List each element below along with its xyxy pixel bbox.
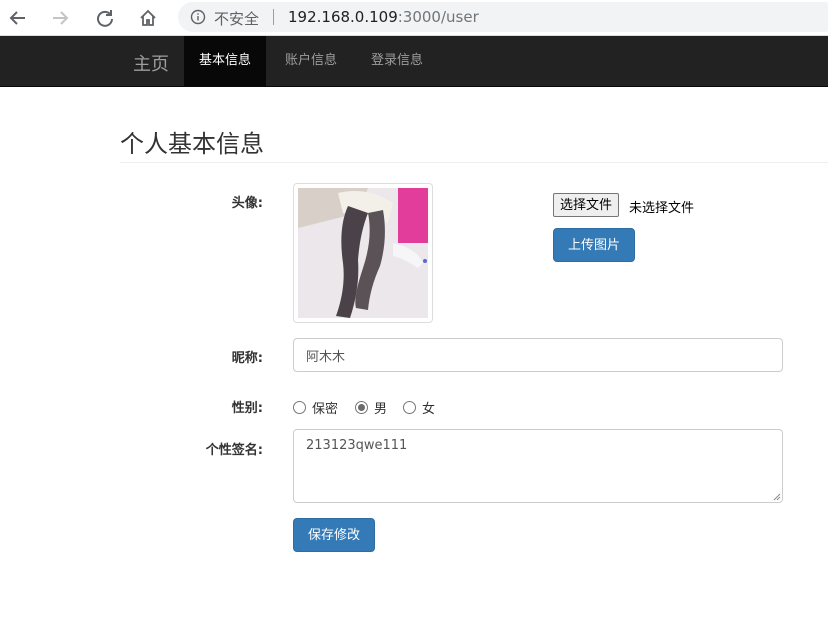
- top-navbar: 主页 基本信息 账户信息 登录信息: [0, 36, 828, 87]
- address-bar[interactable]: 不安全 192.168.0.109:3000/user: [178, 2, 828, 32]
- upload-image-button[interactable]: 上传图片: [553, 228, 635, 262]
- url-text[interactable]: 192.168.0.109:3000/user: [288, 8, 479, 26]
- nav-login-info[interactable]: 登录信息: [356, 36, 438, 86]
- radio-button[interactable]: [403, 401, 416, 414]
- avatar-photo-icon: [298, 188, 428, 318]
- forward-button[interactable]: [46, 4, 74, 32]
- nickname-input[interactable]: [293, 338, 783, 372]
- navbar-brand[interactable]: 主页: [133, 50, 169, 76]
- radio-button-checked[interactable]: [355, 401, 368, 414]
- gender-label: 性别:: [231, 401, 263, 416]
- signature-label: 个性签名:: [205, 443, 263, 458]
- avatar-label: 头像:: [231, 196, 263, 211]
- nav-account-info[interactable]: 账户信息: [270, 36, 352, 86]
- back-arrow-icon: [9, 11, 25, 25]
- signature-value: 213123qwe111: [306, 438, 408, 453]
- browser-toolbar: 不安全 192.168.0.109:3000/user: [0, 0, 828, 36]
- signature-textarea[interactable]: 213123qwe111: [293, 429, 783, 503]
- home-button[interactable]: [134, 4, 162, 32]
- gender-option-label: 保密: [312, 402, 339, 417]
- url-host: 192.168.0.109: [288, 8, 398, 26]
- save-changes-button[interactable]: 保存修改: [293, 518, 375, 552]
- gender-option-label: 男: [374, 402, 388, 417]
- home-icon: [140, 9, 156, 26]
- gender-option-secret[interactable]: 保密: [293, 398, 338, 417]
- nav-basic-info[interactable]: 基本信息: [184, 36, 267, 86]
- url-path: :3000/user: [397, 8, 479, 26]
- title-divider: [120, 162, 828, 163]
- resize-grip-icon[interactable]: [771, 491, 781, 501]
- avatar-image: [298, 188, 428, 318]
- avatar-thumbnail: [293, 183, 433, 323]
- reload-button[interactable]: [91, 4, 119, 32]
- info-icon: [190, 9, 206, 29]
- address-separator: [273, 9, 274, 25]
- radio-button[interactable]: [293, 401, 306, 414]
- nickname-label: 昵称:: [231, 351, 263, 366]
- file-status: 未选择文件: [629, 201, 695, 216]
- gender-option-female[interactable]: 女: [403, 398, 435, 417]
- choose-file-button[interactable]: 选择文件: [553, 193, 620, 217]
- forward-arrow-icon: [53, 11, 69, 25]
- gender-option-label: 女: [422, 402, 436, 417]
- reload-icon: [97, 10, 113, 27]
- security-status[interactable]: 不安全: [214, 8, 259, 29]
- back-button[interactable]: [4, 4, 32, 32]
- page-title: 个人基本信息: [120, 130, 264, 158]
- gender-option-male[interactable]: 男: [355, 398, 387, 417]
